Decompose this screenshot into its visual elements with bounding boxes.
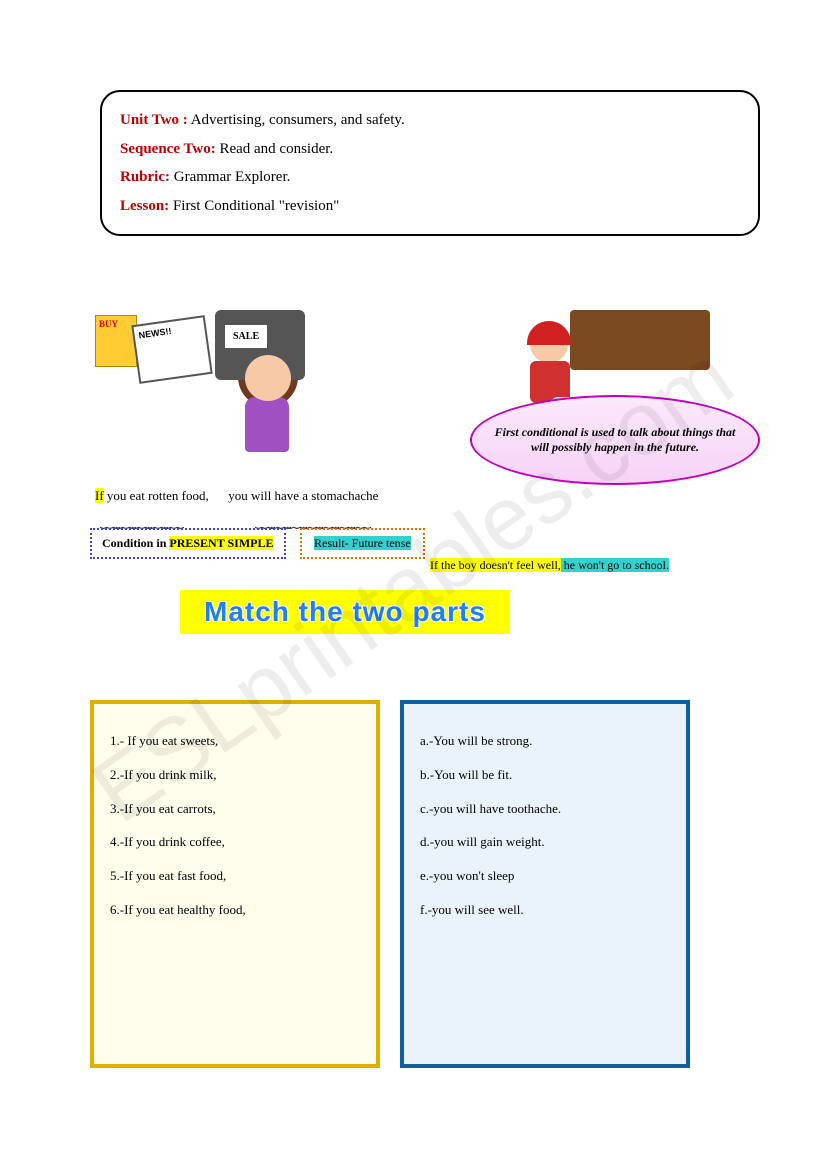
example-sentence-2: If the boy doesn't feel well, he won't g… (430, 558, 669, 573)
if-highlight: If (95, 488, 104, 503)
sequence-label: Sequence Two: (120, 141, 216, 157)
example-sentence-1: If you eat rotten food, you will have a … (95, 488, 378, 504)
list-item: c.-you will have toothache. (420, 792, 670, 826)
girl-icon (245, 355, 291, 452)
newspaper-icon (131, 315, 212, 384)
buy-poster-icon (95, 315, 137, 367)
rubric-row: Rubric: Grammar Explorer. (120, 163, 740, 192)
lesson-label: Lesson: (120, 198, 169, 214)
bench-icon (570, 310, 710, 370)
condition-box: Condition in PRESENT SIMPLE (90, 528, 286, 559)
present-simple-highlight: PRESENT SIMPLE (169, 536, 273, 550)
condition-prefix: Condition (102, 536, 153, 550)
result-text: you will have a stomachache (228, 488, 378, 503)
list-item: d.-you will gain weight. (420, 825, 670, 859)
result-box: Result- Future tense (300, 528, 425, 559)
injured-boy-clipart (510, 270, 720, 410)
list-item: 3.-If you eat carrots, (110, 792, 360, 826)
match-left-box: 1.- If you eat sweets, 2.-If you drink m… (90, 700, 380, 1068)
unit-row: Unit Two : Advertising, consumers, and s… (120, 106, 740, 135)
header-box: Unit Two : Advertising, consumers, and s… (100, 90, 760, 236)
sequence-value: Read and consider. (216, 141, 333, 157)
definition-text: First conditional is used to talk about … (492, 425, 738, 455)
boy-icon (530, 325, 570, 403)
lesson-row: Lesson: First Conditional "revision" (120, 192, 740, 221)
lesson-value: First Conditional "revision" (169, 198, 339, 214)
example2-result: he won't go to school. (561, 558, 669, 572)
match-title: Match the two parts (180, 590, 510, 634)
list-item: 1.- If you eat sweets, (110, 724, 360, 758)
list-item: f.-you will see well. (420, 893, 670, 927)
advertising-clipart (95, 290, 345, 470)
sequence-row: Sequence Two: Read and consider. (120, 135, 740, 164)
rubric-label: Rubric: (120, 169, 170, 185)
match-right-box: a.-You will be strong. b.-You will be fi… (400, 700, 690, 1068)
list-item: e.-you won't sleep (420, 859, 670, 893)
list-item: 4.-If you drink coffee, (110, 825, 360, 859)
definition-oval: First conditional is used to talk about … (470, 395, 760, 485)
list-item: 5.-If you eat fast food, (110, 859, 360, 893)
unit-value: Advertising, consumers, and safety. (188, 112, 405, 128)
list-item: b.-You will be fit. (420, 758, 670, 792)
rubric-value: Grammar Explorer. (170, 169, 290, 185)
condition-text: you eat rotten food, (104, 488, 209, 503)
list-item: 6.-If you eat healthy food, (110, 893, 360, 927)
condition-mid: in (153, 536, 169, 550)
list-item: 2.-If you drink milk, (110, 758, 360, 792)
example2-condition: If the boy doesn't feel well, (430, 558, 561, 572)
result-box-text: Result- Future tense (314, 536, 411, 550)
unit-label: Unit Two : (120, 112, 188, 128)
list-item: a.-You will be strong. (420, 724, 670, 758)
